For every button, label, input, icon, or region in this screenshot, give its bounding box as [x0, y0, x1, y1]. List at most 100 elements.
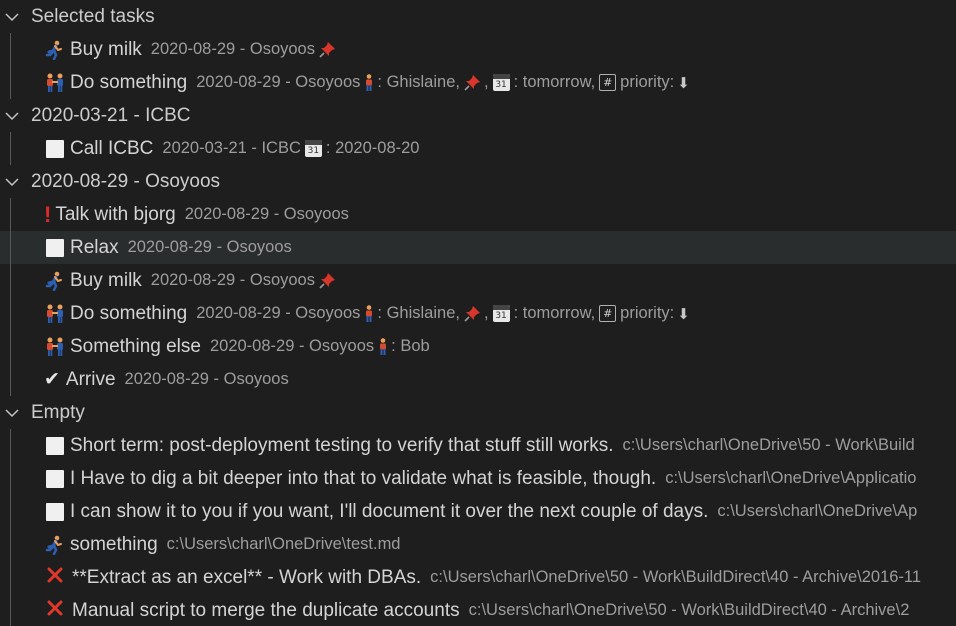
task-row[interactable]: Do something 2020-08-29 - Osoyoos : Ghis…	[0, 297, 956, 330]
task-label: Relax	[70, 236, 119, 258]
task-row[interactable]: I Have to dig a bit deeper into that to …	[0, 462, 956, 495]
task-row[interactable]: Something else 2020-08-29 - Osoyoos : Bo…	[0, 330, 956, 363]
checkbox-icon[interactable]	[46, 238, 64, 257]
indent-guide	[10, 33, 11, 99]
task-description: 2020-08-29 - Osoyoos	[150, 40, 315, 58]
task-label: Buy milk	[70, 38, 142, 60]
assignee-text: : Bob	[391, 337, 430, 355]
runner-icon	[44, 39, 66, 61]
task-description: c:\Users\charl\OneDrive\50 - Work\BuildD…	[468, 601, 910, 619]
assignee-text: : Ghislaine,	[377, 304, 460, 322]
group-label: 2020-03-21 - ICBC	[31, 104, 191, 126]
task-tree: Selected tasks Buy milk 2020-08-29 - Oso…	[0, 0, 956, 626]
task-description: c:\Users\charl\OneDrive\Applicatio	[665, 469, 917, 487]
calendar-icon: 31	[492, 74, 510, 91]
task-description: c:\Users\charl\OneDrive\50 - Work\BuildD…	[430, 568, 922, 586]
people-icon	[44, 336, 66, 358]
task-label: I Have to dig a bit deeper into that to …	[70, 467, 657, 489]
cancel-x-icon	[46, 599, 64, 622]
person-icon	[364, 73, 374, 92]
task-label: Manual script to merge the duplicate acc…	[72, 599, 460, 621]
runner-icon	[44, 270, 66, 292]
task-description: 2020-08-29 - Osoyoos	[196, 73, 361, 91]
hash-icon: #	[599, 74, 617, 91]
task-label: Something else	[70, 335, 201, 357]
pin-icon	[319, 272, 336, 289]
task-label: Call ICBC	[70, 137, 154, 159]
priority-text: priority:	[620, 304, 675, 322]
runner-icon	[44, 534, 66, 556]
pin-icon	[319, 41, 336, 58]
indent-guide	[10, 429, 11, 626]
task-label: **Extract as an excel** - Work with DBAs…	[72, 566, 422, 588]
chevron-down-icon[interactable]	[1, 0, 23, 33]
cancel-x-icon	[46, 566, 64, 589]
task-row[interactable]: Do something 2020-08-29 - Osoyoos : Ghis…	[0, 66, 956, 99]
chevron-down-icon[interactable]	[1, 165, 23, 198]
checkmark-icon: ✔	[44, 369, 60, 390]
group-icbc[interactable]: 2020-03-21 - ICBC	[0, 99, 956, 132]
assignee-text: : Ghislaine,	[377, 73, 460, 91]
people-icon	[44, 72, 66, 94]
task-label: Do something	[70, 302, 188, 324]
pin-icon	[464, 305, 481, 322]
checkbox-icon[interactable]	[46, 139, 64, 158]
task-label: Talk with bjorg	[55, 203, 176, 225]
task-row[interactable]: something c:\Users\charl\OneDrive\test.m…	[0, 528, 956, 561]
priority-text: priority:	[620, 73, 675, 91]
group-empty[interactable]: Empty	[0, 396, 956, 429]
calendar-icon: 31	[492, 305, 510, 322]
task-description: 2020-08-29 - Osoyoos	[196, 304, 361, 322]
due-text: : 2020-08-20	[325, 139, 420, 157]
chevron-down-icon[interactable]	[1, 99, 23, 132]
task-label: I can show it to you if you want, I'll d…	[70, 500, 709, 522]
group-selected-tasks[interactable]: Selected tasks	[0, 0, 956, 33]
checkbox-icon[interactable]	[46, 436, 64, 455]
task-label: Arrive	[65, 368, 116, 390]
task-row-selected[interactable]: Relax 2020-08-29 - Osoyoos	[0, 231, 956, 264]
group-label: Empty	[31, 401, 85, 423]
group-osoyoos[interactable]: 2020-08-29 - Osoyoos	[0, 165, 956, 198]
task-description: c:\Users\charl\OneDrive\Ap	[717, 502, 918, 520]
checkbox-icon[interactable]	[46, 502, 64, 521]
pin-icon	[464, 74, 481, 91]
task-row[interactable]: Short term: post-deployment testing to v…	[0, 429, 956, 462]
task-description: 2020-08-29 - Osoyoos	[127, 238, 292, 256]
arrow-down-icon: ⬇	[677, 305, 690, 323]
due-text: : tomorrow,	[513, 73, 596, 91]
task-description: 2020-03-21 - ICBC	[162, 139, 301, 157]
task-label: Buy milk	[70, 269, 142, 291]
task-description: c:\Users\charl\OneDrive\test.md	[166, 535, 401, 553]
chevron-down-icon[interactable]	[1, 396, 23, 429]
task-label: Do something	[70, 71, 188, 93]
task-row[interactable]: I can show it to you if you want, I'll d…	[0, 495, 956, 528]
task-description: 2020-08-29 - Osoyoos	[124, 370, 289, 388]
indent-guide	[10, 198, 11, 396]
task-row[interactable]: **Extract as an excel** - Work with DBAs…	[0, 561, 956, 594]
exclamation-icon: !	[44, 201, 52, 227]
separator-text: ,	[483, 304, 489, 322]
task-row[interactable]: Manual script to merge the duplicate acc…	[0, 594, 956, 626]
task-row[interactable]: ✔ Arrive 2020-08-29 - Osoyoos	[0, 363, 956, 396]
task-row[interactable]: ! Talk with bjorg 2020-08-29 - Osoyoos	[0, 198, 956, 231]
group-label: 2020-08-29 - Osoyoos	[31, 170, 221, 192]
hash-icon: #	[599, 305, 617, 322]
task-description: 2020-08-29 - Osoyoos	[150, 271, 315, 289]
person-icon	[364, 304, 374, 323]
due-text: : tomorrow,	[513, 304, 596, 322]
task-description: c:\Users\charl\OneDrive\50 - Work\Build	[622, 436, 915, 454]
task-label: Short term: post-deployment testing to v…	[70, 434, 614, 456]
task-row[interactable]: Call ICBC 2020-03-21 - ICBC 31 : 2020-08…	[0, 132, 956, 165]
separator-text: ,	[483, 73, 489, 91]
checkbox-icon[interactable]	[46, 469, 64, 488]
task-row[interactable]: Buy milk 2020-08-29 - Osoyoos	[0, 264, 956, 297]
person-icon	[378, 337, 388, 356]
task-description: 2020-08-29 - Osoyoos	[209, 337, 375, 355]
task-description: 2020-08-29 - Osoyoos	[184, 205, 349, 223]
arrow-down-icon: ⬇	[677, 74, 690, 92]
task-label: something	[70, 533, 158, 555]
task-row[interactable]: Buy milk 2020-08-29 - Osoyoos	[0, 33, 956, 66]
calendar-icon: 31	[304, 140, 322, 157]
group-label: Selected tasks	[31, 5, 155, 27]
people-icon	[44, 303, 66, 325]
